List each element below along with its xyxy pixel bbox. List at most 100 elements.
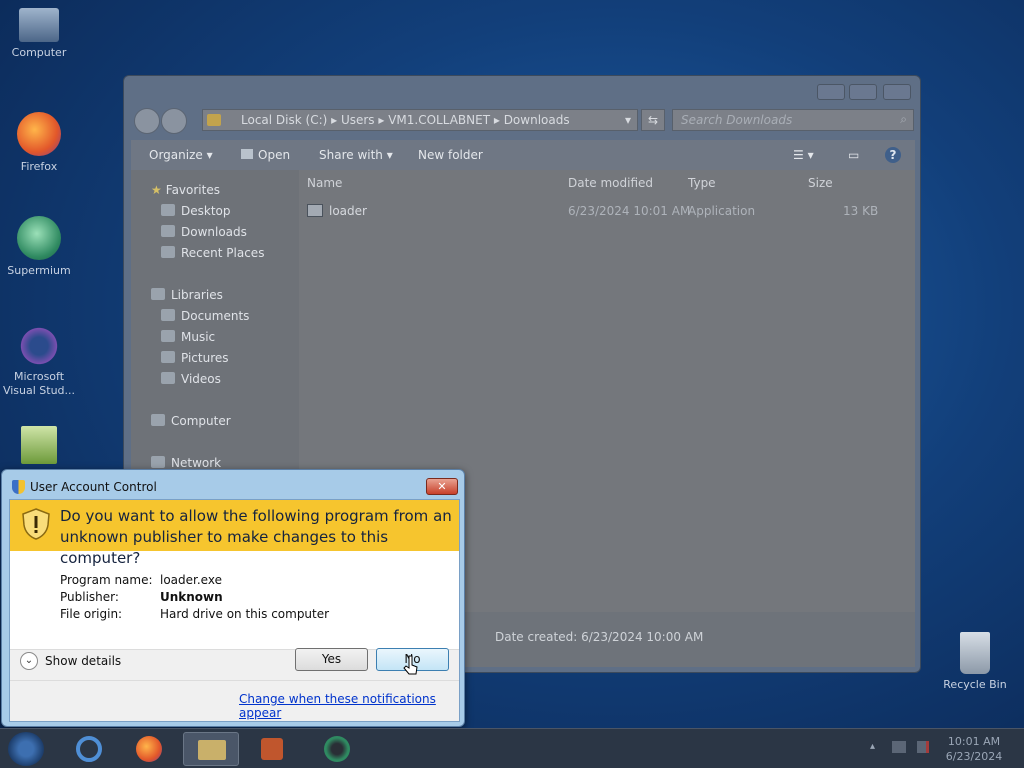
share-with-button[interactable]: Share with ▾ — [319, 148, 393, 162]
desktop-icon-label: Computer — [11, 46, 67, 59]
desktop-icon-firefox[interactable]: Firefox — [1, 112, 77, 174]
file-name: loader — [329, 204, 367, 218]
search-icon: ⌕ — [900, 112, 907, 126]
show-hidden-icons[interactable]: ▴ — [870, 741, 875, 752]
videos-icon — [161, 372, 175, 384]
downloads-icon — [161, 225, 175, 237]
taskbar-internet-explorer[interactable] — [62, 732, 118, 766]
nav-videos[interactable]: Videos — [161, 372, 221, 386]
network-tray-icon[interactable] — [892, 741, 906, 753]
chevron-down-icon[interactable]: ⌄ — [20, 652, 38, 670]
desktop-icon-label: Recycle Bin — [943, 678, 1007, 691]
column-size[interactable]: Size — [808, 176, 833, 190]
yes-button[interactable]: Yes — [295, 648, 368, 671]
nav-documents[interactable]: Documents — [161, 309, 249, 323]
file-size: 13 KB — [843, 204, 879, 218]
publisher-value: Unknown — [160, 590, 223, 604]
open-button[interactable]: Open — [241, 148, 290, 162]
taskbar-supermium[interactable] — [310, 732, 366, 766]
desktop-icon — [161, 204, 175, 216]
address-bar[interactable]: Local Disk (C:) ▸ Users ▸ VM1.COLLABNET … — [202, 109, 638, 131]
libraries-icon — [151, 288, 165, 300]
change-notifications-link[interactable]: Change when these notifications appear — [239, 692, 459, 720]
taskbar-explorer[interactable] — [183, 732, 239, 766]
nav-music[interactable]: Music — [161, 330, 215, 344]
new-folder-button[interactable]: New folder — [418, 148, 483, 162]
taskbar-clock[interactable]: 10:01 AM 6/23/2024 — [938, 734, 1010, 764]
folder-icon — [207, 114, 221, 126]
close-button[interactable]: ✕ — [426, 478, 458, 495]
uac-footer: ⌄ Show details Yes No Change when these … — [10, 648, 459, 721]
desktop-icon-visual-studio[interactable]: Microsoft Visual Stud... — [1, 326, 77, 398]
desktop-icon-computer[interactable]: Computer — [1, 8, 77, 60]
supermium-icon — [324, 736, 350, 762]
program-name-value: loader.exe — [160, 573, 222, 587]
breadcrumb-item[interactable]: VM1.COLLABNET — [388, 113, 490, 127]
nav-network[interactable]: Network — [151, 456, 221, 470]
media-player-icon — [261, 738, 283, 760]
close-window-button[interactable] — [883, 84, 911, 100]
folder-icon — [198, 740, 226, 760]
nav-libraries[interactable]: Libraries — [151, 288, 223, 302]
recycle-bin-icon — [960, 632, 990, 674]
clock-date: 6/23/2024 — [945, 750, 1003, 763]
firefox-icon — [136, 736, 162, 762]
nav-downloads[interactable]: Downloads — [161, 225, 247, 239]
dialog-title: User Account Control — [30, 480, 157, 494]
back-button[interactable] — [134, 108, 160, 134]
breadcrumb: Local Disk (C:) ▸ Users ▸ VM1.COLLABNET … — [241, 113, 570, 127]
uac-body: Do you want to allow the following progr… — [9, 499, 460, 722]
show-details-label[interactable]: Show details — [45, 654, 121, 668]
view-options-icon[interactable]: ☰ ▾ — [793, 148, 814, 162]
column-name[interactable]: Name — [307, 176, 342, 190]
file-date: 6/23/2024 10:01 AM — [568, 204, 691, 218]
visual-studio-icon — [17, 326, 61, 366]
taskbar-media-player[interactable] — [245, 732, 301, 766]
breadcrumb-item[interactable]: Local Disk (C:) — [241, 113, 327, 127]
taskbar: ▴ 10:01 AM 6/23/2024 — [0, 728, 1024, 768]
desktop-icon-recycle-bin[interactable]: Recycle Bin — [937, 632, 1013, 692]
desktop-icon-app[interactable] — [1, 426, 77, 468]
help-icon[interactable]: ? — [885, 147, 901, 163]
column-date-modified[interactable]: Date modified — [568, 176, 653, 190]
preview-pane-icon[interactable]: ▭ — [848, 148, 859, 162]
chevron-down-icon[interactable]: ▾ — [625, 113, 631, 127]
desktop-icon-label: Microsoft Visual Stud... — [2, 370, 76, 397]
search-input[interactable]: Search Downloads ⌕ — [672, 109, 914, 131]
organize-button[interactable]: Organize ▾ — [149, 148, 213, 162]
minimize-button[interactable] — [817, 84, 845, 100]
pictures-icon — [161, 351, 175, 363]
desktop-icon-supermium[interactable]: Supermium — [1, 216, 77, 278]
forward-button[interactable] — [161, 108, 187, 134]
application-icon — [307, 204, 323, 217]
mouse-cursor-icon — [403, 655, 418, 675]
breadcrumb-item[interactable]: Users — [341, 113, 375, 127]
volume-tray-icon[interactable] — [917, 741, 929, 753]
maximize-button[interactable] — [849, 84, 877, 100]
open-icon — [241, 149, 253, 159]
command-bar: Organize ▾ Open Share with ▾ New folder … — [131, 140, 915, 170]
taskbar-firefox[interactable] — [122, 732, 178, 766]
computer-small-icon — [151, 414, 165, 426]
search-placeholder: Search Downloads — [681, 113, 793, 127]
nav-desktop[interactable]: Desktop — [161, 204, 231, 218]
recent-places-icon — [161, 246, 175, 258]
nav-favorites[interactable]: ★ Favorites — [151, 183, 220, 197]
supermium-icon — [17, 216, 61, 260]
file-row[interactable]: loader 6/23/2024 10:01 AM Application 13… — [305, 200, 885, 222]
program-name-label: Program name: — [60, 573, 153, 587]
file-origin-label: File origin: — [60, 607, 123, 621]
refresh-button[interactable]: ⇆ — [641, 109, 665, 131]
start-button[interactable] — [8, 732, 44, 766]
date-created: Date created: 6/23/2024 10:00 AM — [495, 630, 704, 644]
publisher-label: Publisher: — [60, 590, 119, 604]
internet-explorer-icon — [76, 736, 102, 762]
breadcrumb-item[interactable]: Downloads — [504, 113, 570, 127]
app-shortcut-icon — [21, 426, 57, 464]
desktop-icon-label: Supermium — [7, 264, 71, 277]
nav-computer[interactable]: Computer — [151, 414, 231, 428]
nav-recent-places[interactable]: Recent Places — [161, 246, 264, 260]
column-type[interactable]: Type — [688, 176, 716, 190]
computer-icon — [19, 8, 59, 42]
nav-pictures[interactable]: Pictures — [161, 351, 229, 365]
